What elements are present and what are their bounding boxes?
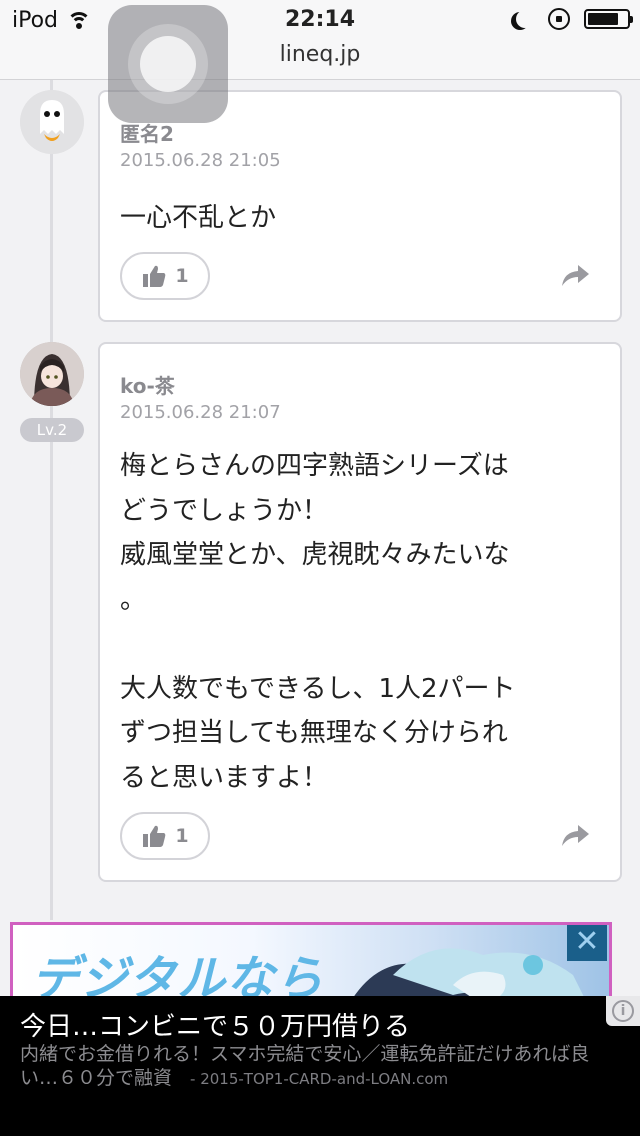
ad-banner[interactable]: デジタルなら ✕ (10, 922, 612, 1002)
assistive-touch-dot (140, 36, 196, 92)
info-icon: i (612, 1000, 634, 1022)
ad-close-button[interactable]: ✕ (567, 925, 607, 961)
user-level-badge: Lv.2 (20, 418, 84, 442)
status-right (510, 8, 633, 30)
bottom-ad-description-block: 内緒でお金借りれる！スマホ完結で安心／運転免許証だけあれば良い…６０分で融資 - … (20, 1042, 610, 1091)
like-button[interactable]: 1 (120, 252, 210, 300)
like-button[interactable]: 1 (120, 812, 210, 860)
address-bar-url[interactable]: lineq.jp (0, 42, 640, 67)
ad-illustration (352, 948, 585, 999)
bottom-ad-source: - 2015-TOP1-CARD-and-LOAN.com (190, 1070, 449, 1088)
comment-card: 匿名2 2015.06.28 21:05 一心不乱とか 1 (98, 90, 622, 322)
bottom-ad-bar[interactable]: 今日…コンビニで５０万円借りる 内緒でお金借りれる！スマホ完結で安心／運転免許証… (0, 996, 640, 1136)
assistive-touch-button[interactable] (108, 5, 228, 123)
comment-timestamp: 2015.06.28 21:07 (120, 402, 281, 423)
like-count: 1 (175, 825, 189, 847)
ad-info-button[interactable]: i (606, 996, 640, 1026)
comment-card: ko-茶 2015.06.28 21:07 梅とらさんの四字熟語シリーズは どう… (98, 342, 622, 882)
ghost-avatar-icon[interactable] (20, 90, 84, 154)
share-arrow-icon[interactable] (560, 262, 590, 288)
thumbs-up-icon (143, 265, 166, 287)
rotation-lock-icon (548, 8, 570, 30)
do-not-disturb-icon (516, 10, 534, 28)
ad-banner-headline: デジタルなら (31, 951, 325, 1002)
status-bar: iPod 22:14 lineq.jp (0, 0, 640, 80)
battery-icon (584, 9, 633, 29)
comment-username[interactable]: ko-茶 (120, 370, 175, 399)
comment-body: 一心不乱とか (120, 203, 277, 233)
thumbs-up-icon (143, 825, 166, 847)
bottom-ad-title[interactable]: 今日…コンビニで５０万円借りる (20, 1006, 410, 1043)
thread-timeline-line (50, 80, 53, 920)
comment-timestamp: 2015.06.28 21:05 (120, 150, 281, 171)
like-count: 1 (175, 265, 189, 287)
user-avatar-icon[interactable] (20, 342, 84, 406)
comment-body: 梅とらさんの四字熟語シリーズは どうでしょうか！ 威風堂堂とか、虎視眈々みたいな… (120, 451, 516, 793)
share-arrow-icon[interactable] (560, 822, 590, 848)
